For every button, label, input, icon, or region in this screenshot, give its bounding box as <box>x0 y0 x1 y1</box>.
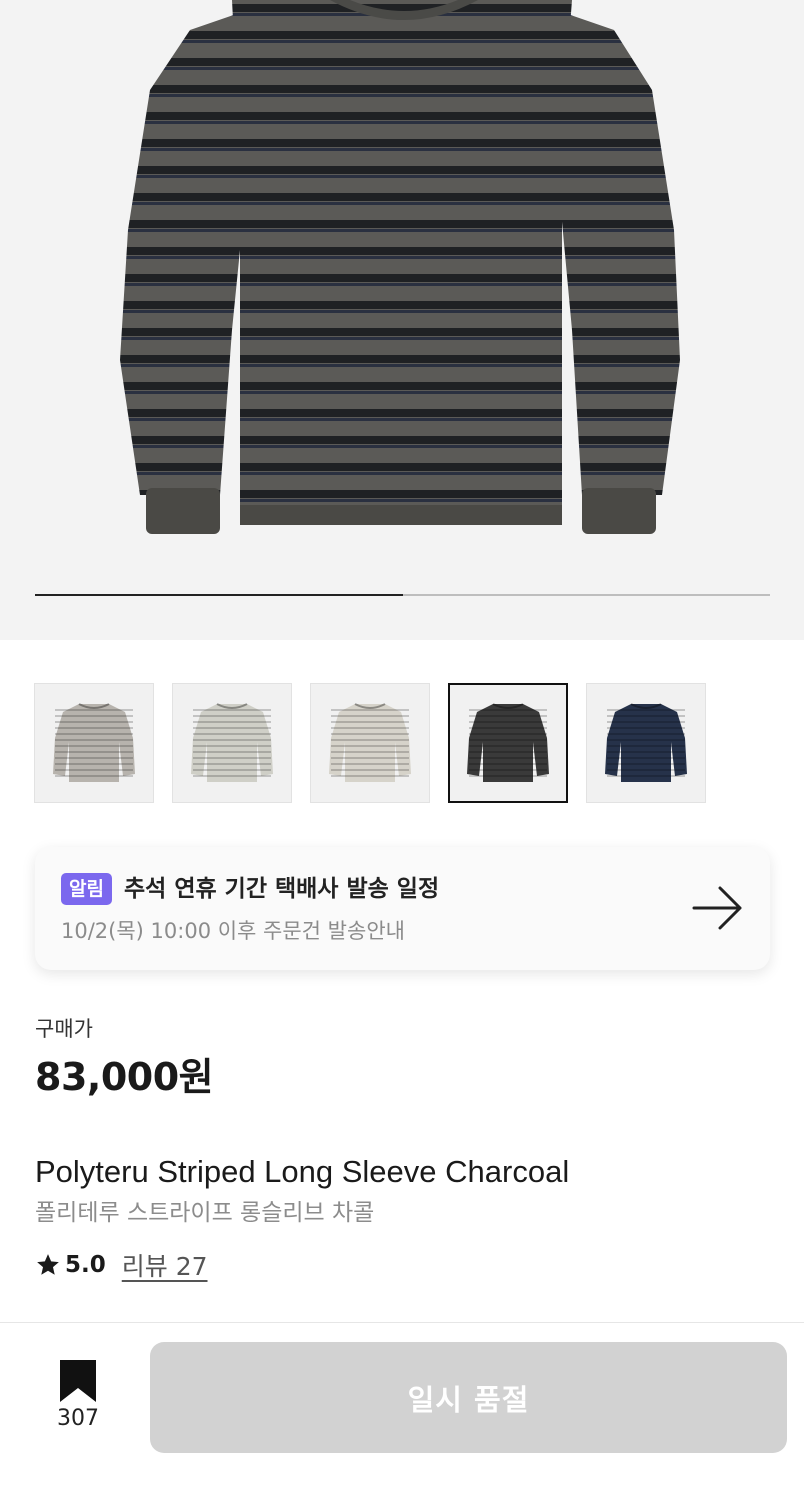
bookmark-count: 307 <box>57 1406 99 1431</box>
rating-row: 5.0 리뷰 27 <box>35 1248 208 1282</box>
thumbnail-image <box>191 703 273 782</box>
arrow-right-icon[interactable] <box>690 884 746 932</box>
bookmark-icon <box>60 1360 96 1402</box>
thumbnail-image <box>329 703 411 782</box>
color-thumbnail-grey-stripe[interactable] <box>34 683 154 803</box>
price-label: 구매가 <box>35 1017 93 1041</box>
thumbnail-image <box>605 703 687 782</box>
color-thumbnail-list <box>34 683 706 803</box>
product-name-en: Polyteru Striped Long Sleeve Charcoal <box>35 1154 570 1189</box>
carousel-progress-fill <box>35 594 403 596</box>
bookmark-button[interactable] <box>50 1358 106 1408</box>
thumbnail-image <box>53 703 135 782</box>
color-thumbnail-navy-stripe[interactable] <box>586 683 706 803</box>
color-thumbnail-ivory-stripe[interactable] <box>310 683 430 803</box>
color-thumbnail-light-grey-stripe[interactable] <box>172 683 292 803</box>
color-thumbnail-charcoal-stripe[interactable] <box>448 683 568 803</box>
product-name-ko: 폴리테루 스트라이프 롱슬리브 차콜 <box>35 1200 375 1226</box>
thumbnail-image <box>467 703 549 782</box>
star-icon <box>37 1254 59 1275</box>
product-main-image <box>120 0 680 534</box>
notice-subtitle: 10/2(목) 10:00 이후 주문건 발송안내 <box>61 919 405 943</box>
notice-banner[interactable]: 알림 추석 연휴 기간 택배사 발송 일정 10/2(목) 10:00 이후 주… <box>35 847 770 970</box>
notice-badge: 알림 <box>61 873 112 905</box>
notice-title: 추석 연휴 기간 택배사 발송 일정 <box>124 876 440 902</box>
price-value: 83,000원 <box>35 1055 214 1099</box>
review-count-link[interactable]: 리뷰 27 <box>122 1247 208 1283</box>
product-image-carousel[interactable] <box>0 0 804 640</box>
soldout-button[interactable]: 일시 품절 <box>150 1342 787 1453</box>
rating-score: 5.0 <box>65 1252 106 1278</box>
bottom-bar-divider <box>0 1322 804 1323</box>
carousel-progress-bar <box>35 594 770 596</box>
